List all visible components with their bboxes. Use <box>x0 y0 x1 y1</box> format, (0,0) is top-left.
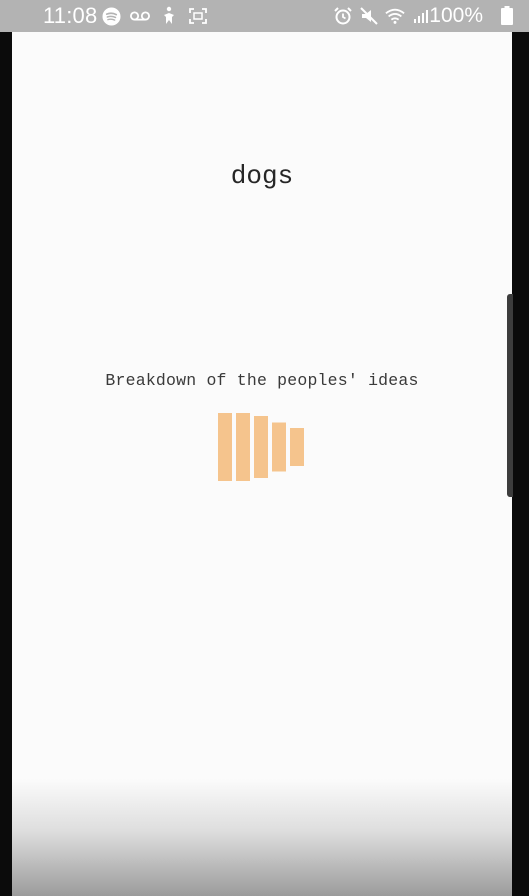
battery-icon <box>501 6 513 25</box>
wifi-icon <box>385 6 405 26</box>
signal-icon <box>411 6 431 26</box>
breakdown-label: Breakdown of the peoples' ideas <box>105 371 419 390</box>
bottom-fade <box>12 779 512 896</box>
status-left-icons <box>101 6 208 26</box>
chart-bar <box>218 413 232 481</box>
voicemail-icon <box>130 6 150 26</box>
status-right-icons <box>333 6 431 26</box>
edge-panel-handle[interactable] <box>507 294 513 497</box>
screenshot-icon <box>188 6 208 26</box>
spotify-icon <box>101 6 121 26</box>
chart-bar <box>290 428 304 466</box>
app-screen: dogs Breakdown of the peoples' ideas <box>12 32 512 896</box>
status-time: 11:08 <box>43 3 98 28</box>
page-title: dogs <box>230 161 294 191</box>
chart-bar <box>236 413 250 481</box>
battery-percent: 100% <box>429 4 483 27</box>
accessibility-icon <box>159 6 179 26</box>
chart-bar <box>254 416 268 478</box>
alarm-icon <box>333 6 353 26</box>
phone-frame: 11:08 100% dogs Breakdown of the peoples… <box>0 0 529 896</box>
mute-icon <box>359 6 379 26</box>
status-bar: 11:08 100% <box>0 0 529 32</box>
chart-bar <box>272 422 286 472</box>
